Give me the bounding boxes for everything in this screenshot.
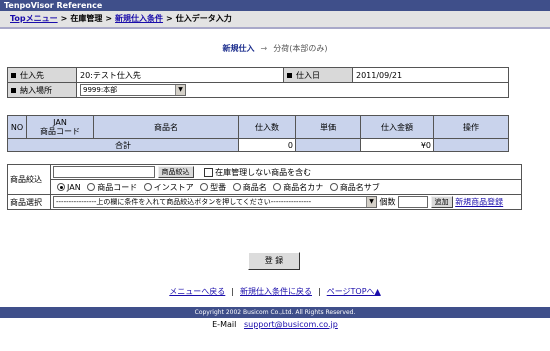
radio-instore[interactable]: インストア [140, 183, 194, 192]
breadcrumb-stock: 在庫管理 [70, 14, 103, 23]
copyright-text: Copyright 2002 Busicom Co.,Ltd. All Righ… [194, 309, 356, 316]
place-select[interactable]: 9999:本部 ▼ [80, 84, 186, 96]
breadcrumb: Topメニュー > 在庫管理 > 新規仕入条件 > 仕入データ入力 [0, 11, 550, 29]
select-label: 商品選択 [7, 194, 51, 210]
radio-label: JAN [67, 182, 81, 192]
radio-item-sub[interactable]: 商品名サブ [326, 183, 380, 192]
items-table: NO JAN 商品コード 商品名 仕入数 単価 仕入金額 操作 合計 0 ¥0 [7, 115, 509, 152]
total-ops-blank [433, 138, 509, 152]
supplier-label: 仕入先 [20, 70, 44, 80]
count-input[interactable] [398, 196, 429, 208]
chevron-down-icon: ▼ [175, 85, 185, 95]
item-select[interactable]: ----------------上の欄に条件を入れて商品絞込ボタンを押してくださ… [53, 196, 377, 208]
chevron-down-icon: ▼ [366, 197, 376, 207]
breadcrumb-separator: > [166, 14, 173, 23]
col-no: NO [7, 115, 27, 139]
radio-label: 型番 [210, 182, 227, 192]
radio-button-icon[interactable] [232, 183, 241, 191]
select-row: ----------------上の欄に条件を入れて商品絞込ボタンを押してくださ… [50, 194, 522, 210]
step-current: 新規仕入 [222, 44, 255, 53]
add-button[interactable]: 追加 [430, 196, 453, 208]
supplier-value: 20:テスト仕入先 [76, 67, 284, 83]
narrow-button[interactable]: 商品絞込 [157, 166, 194, 178]
search-type-radios: JAN 商品コード インストア 型番 商品名 商品名カナ 商品名サブ [50, 179, 522, 195]
back-to-menu-link[interactable]: メニューへ戻る [169, 287, 225, 296]
radio-label: 商品名サブ [339, 182, 380, 192]
total-amount: ¥0 [360, 138, 434, 152]
count-label: 個数 [379, 197, 396, 207]
radio-item-code[interactable]: 商品コード [83, 183, 137, 192]
radio-model[interactable]: 型番 [196, 183, 226, 192]
include-checkbox-wrap[interactable]: 在庫管理しない商品を含む [204, 167, 312, 177]
breadcrumb-separator: > [60, 14, 68, 23]
email-label: E-Mail [212, 320, 237, 329]
col-name: 商品名 [93, 115, 239, 139]
new-item-link[interactable]: 新規商品登録 [455, 198, 503, 207]
copyright-bar: Copyright 2002 Busicom Co.,Ltd. All Righ… [0, 307, 550, 318]
include-checkbox[interactable] [204, 167, 214, 177]
radio-button-icon[interactable] [329, 183, 338, 191]
email-link[interactable]: support@busicom.co.jp [244, 320, 338, 329]
place-label-cell: 納入場所 [7, 82, 77, 98]
breadcrumb-new-condition-link[interactable]: 新規仕入条件 [115, 14, 163, 23]
col-jan: JAN 商品コード [26, 115, 94, 139]
col-ops: 操作 [433, 115, 509, 139]
radio-item-kana[interactable]: 商品名カナ [269, 183, 323, 192]
total-row: 合計 0 ¥0 [7, 138, 509, 152]
breadcrumb-top-menu-link[interactable]: Topメニュー [10, 14, 58, 23]
col-price: 単価 [295, 115, 361, 139]
date-label: 仕入日 [296, 70, 320, 80]
radio-label: 商品コード [97, 182, 138, 192]
radio-button-icon[interactable] [57, 183, 65, 191]
radio-label: 商品名 [242, 182, 267, 192]
include-checkbox-label: 在庫管理しない商品を含む [215, 167, 312, 177]
radio-button-icon[interactable] [200, 183, 209, 191]
radio-button-icon[interactable] [273, 183, 282, 191]
bullet-icon [287, 72, 292, 78]
supplier-label-cell: 仕入先 [7, 67, 77, 83]
step-indicator: 新規仕入 → 分荷(本部のみ) [0, 43, 550, 54]
back-to-condition-link[interactable]: 新規仕入条件に戻る [240, 287, 312, 296]
footer-links: メニューへ戻る | 新規仕入条件に戻る | ページTOPへ▲ [0, 286, 550, 297]
bullet-icon [11, 87, 16, 93]
app-title-bar: TenpoVisor Reference [0, 0, 550, 11]
place-label: 納入場所 [20, 85, 52, 95]
breadcrumb-separator: > [105, 14, 113, 23]
radio-item-name[interactable]: 商品名 [229, 183, 267, 192]
page-top-link[interactable]: ページTOPへ▲ [327, 287, 381, 296]
app-title: TenpoVisor Reference [4, 1, 103, 10]
register-button[interactable]: 登 録 [248, 252, 300, 270]
radio-label: 商品名カナ [283, 182, 324, 192]
total-price-blank [295, 138, 361, 152]
total-qty: 0 [238, 138, 296, 152]
email-line: E-Mail support@busicom.co.jp [0, 320, 550, 329]
step-next: 分荷(本部のみ) [273, 44, 328, 53]
narrow-row: 商品絞込 在庫管理しない商品を含む [50, 164, 522, 180]
item-search-form: 商品絞込 商品絞込 在庫管理しない商品を含む JAN 商品コード インストア 型… [7, 164, 522, 210]
col-amount: 仕入金額 [360, 115, 434, 139]
place-cell: 9999:本部 ▼ [76, 82, 509, 98]
step-arrow-icon: → [260, 44, 268, 53]
date-label-cell: 仕入日 [283, 67, 353, 83]
total-label: 合計 [7, 138, 239, 152]
item-select-value: ----------------上の欄に条件を入れて商品絞込ボタンを押してくださ… [56, 198, 312, 206]
breadcrumb-current: 仕入データ入力 [175, 14, 232, 23]
radio-button-icon[interactable] [143, 183, 152, 191]
radio-button-icon[interactable] [87, 183, 96, 191]
col-qty: 仕入数 [238, 115, 296, 139]
radio-label: インストア [153, 182, 194, 192]
date-value: 2011/09/21 [352, 67, 509, 83]
purchase-header-form: 仕入先 20:テスト仕入先 仕入日 2011/09/21 納入場所 9999:本… [7, 67, 509, 98]
place-select-value: 9999:本部 [83, 86, 118, 94]
bullet-icon [11, 72, 16, 78]
narrow-label: 商品絞込 [7, 164, 51, 195]
radio-jan[interactable]: JAN [53, 183, 81, 192]
footer-separator: | [231, 287, 234, 296]
narrow-input[interactable] [53, 166, 155, 178]
footer-separator: | [318, 287, 321, 296]
